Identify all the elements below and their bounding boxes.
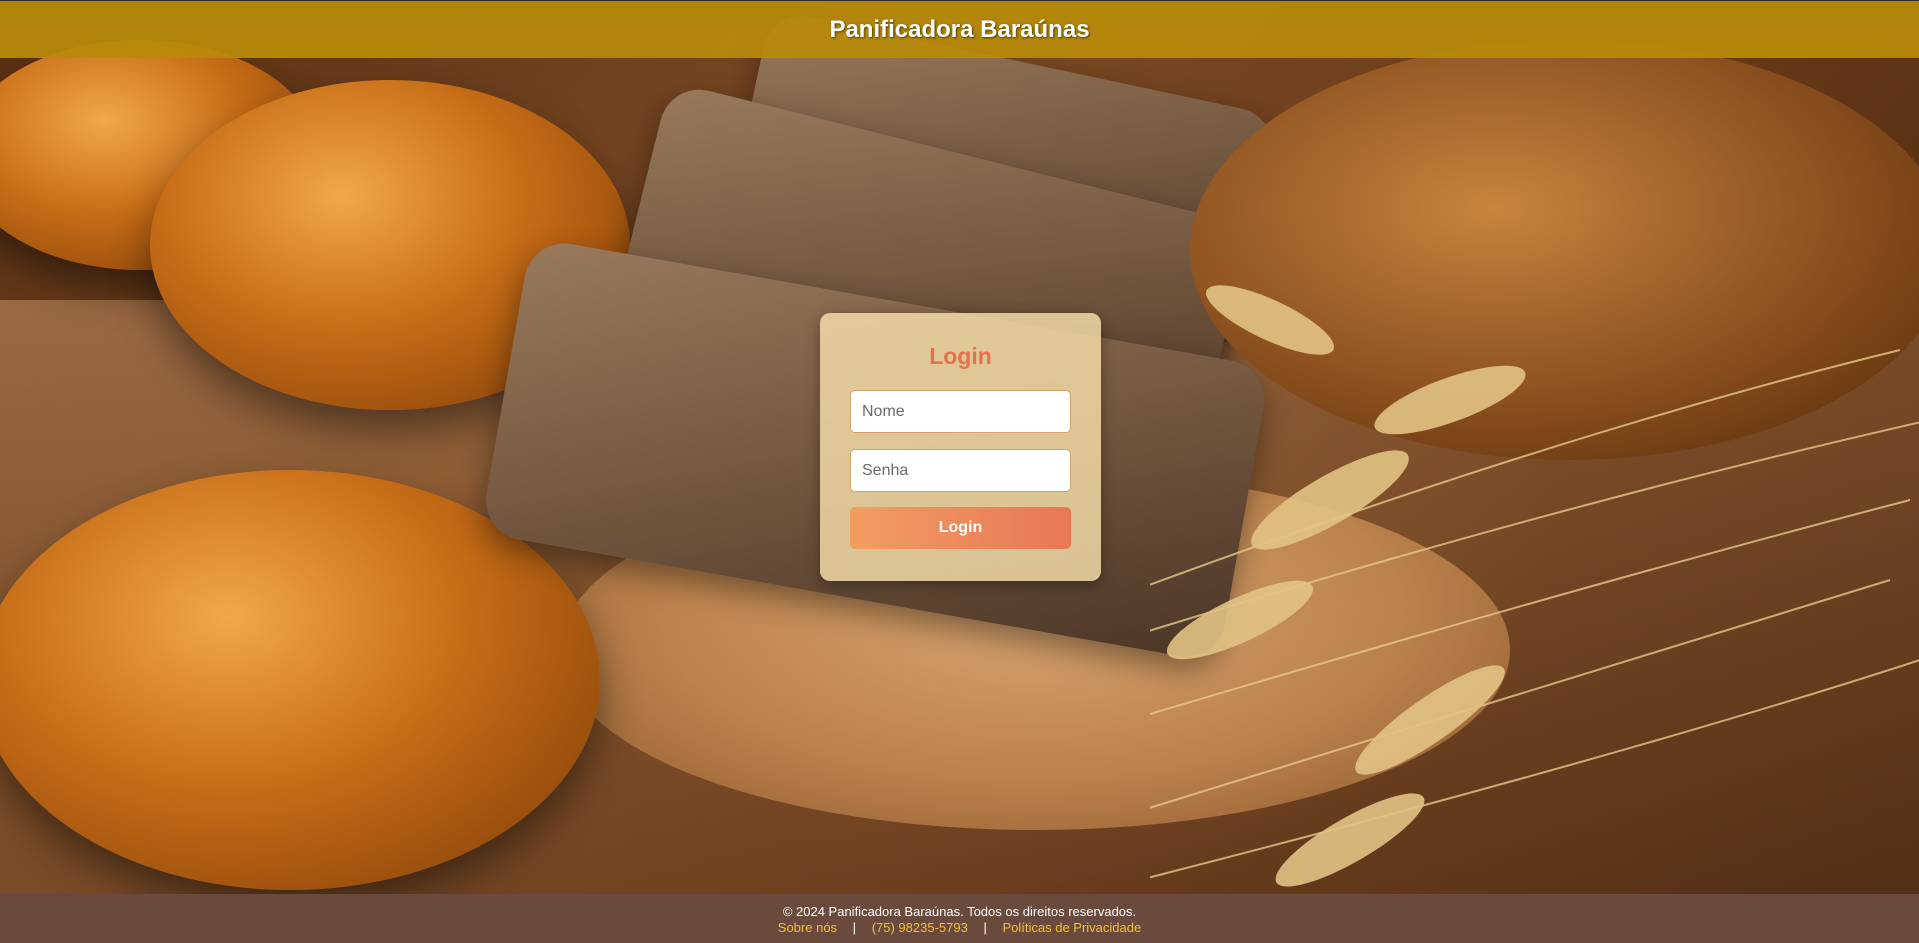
site-footer: © 2024 Panificadora Baraúnas. Todos os d… xyxy=(0,894,1919,943)
footer-copyright: © 2024 Panificadora Baraúnas. Todos os d… xyxy=(782,904,1137,919)
privacy-link[interactable]: Políticas de Privacidade xyxy=(1002,920,1141,935)
name-input[interactable] xyxy=(850,390,1071,433)
page: Panificadora Baraúnas Login Login © 2024… xyxy=(0,0,1919,943)
login-title: Login xyxy=(929,343,992,369)
site-title: Panificadora Baraúnas xyxy=(829,15,1090,43)
password-input[interactable] xyxy=(850,449,1071,492)
footer-links: Sobre nós | (75) 98235-5793 | Políticas … xyxy=(0,920,1919,936)
site-header: Panificadora Baraúnas xyxy=(0,0,1919,58)
footer-separator: | xyxy=(983,920,987,935)
phone-link[interactable]: (75) 98235-5793 xyxy=(872,920,968,935)
wheat-stalks xyxy=(1150,285,1919,887)
login-button[interactable]: Login xyxy=(850,507,1071,549)
footer-separator: | xyxy=(852,920,857,935)
about-link[interactable]: Sobre nós xyxy=(778,920,837,935)
login-form: Login Login xyxy=(820,313,1101,581)
